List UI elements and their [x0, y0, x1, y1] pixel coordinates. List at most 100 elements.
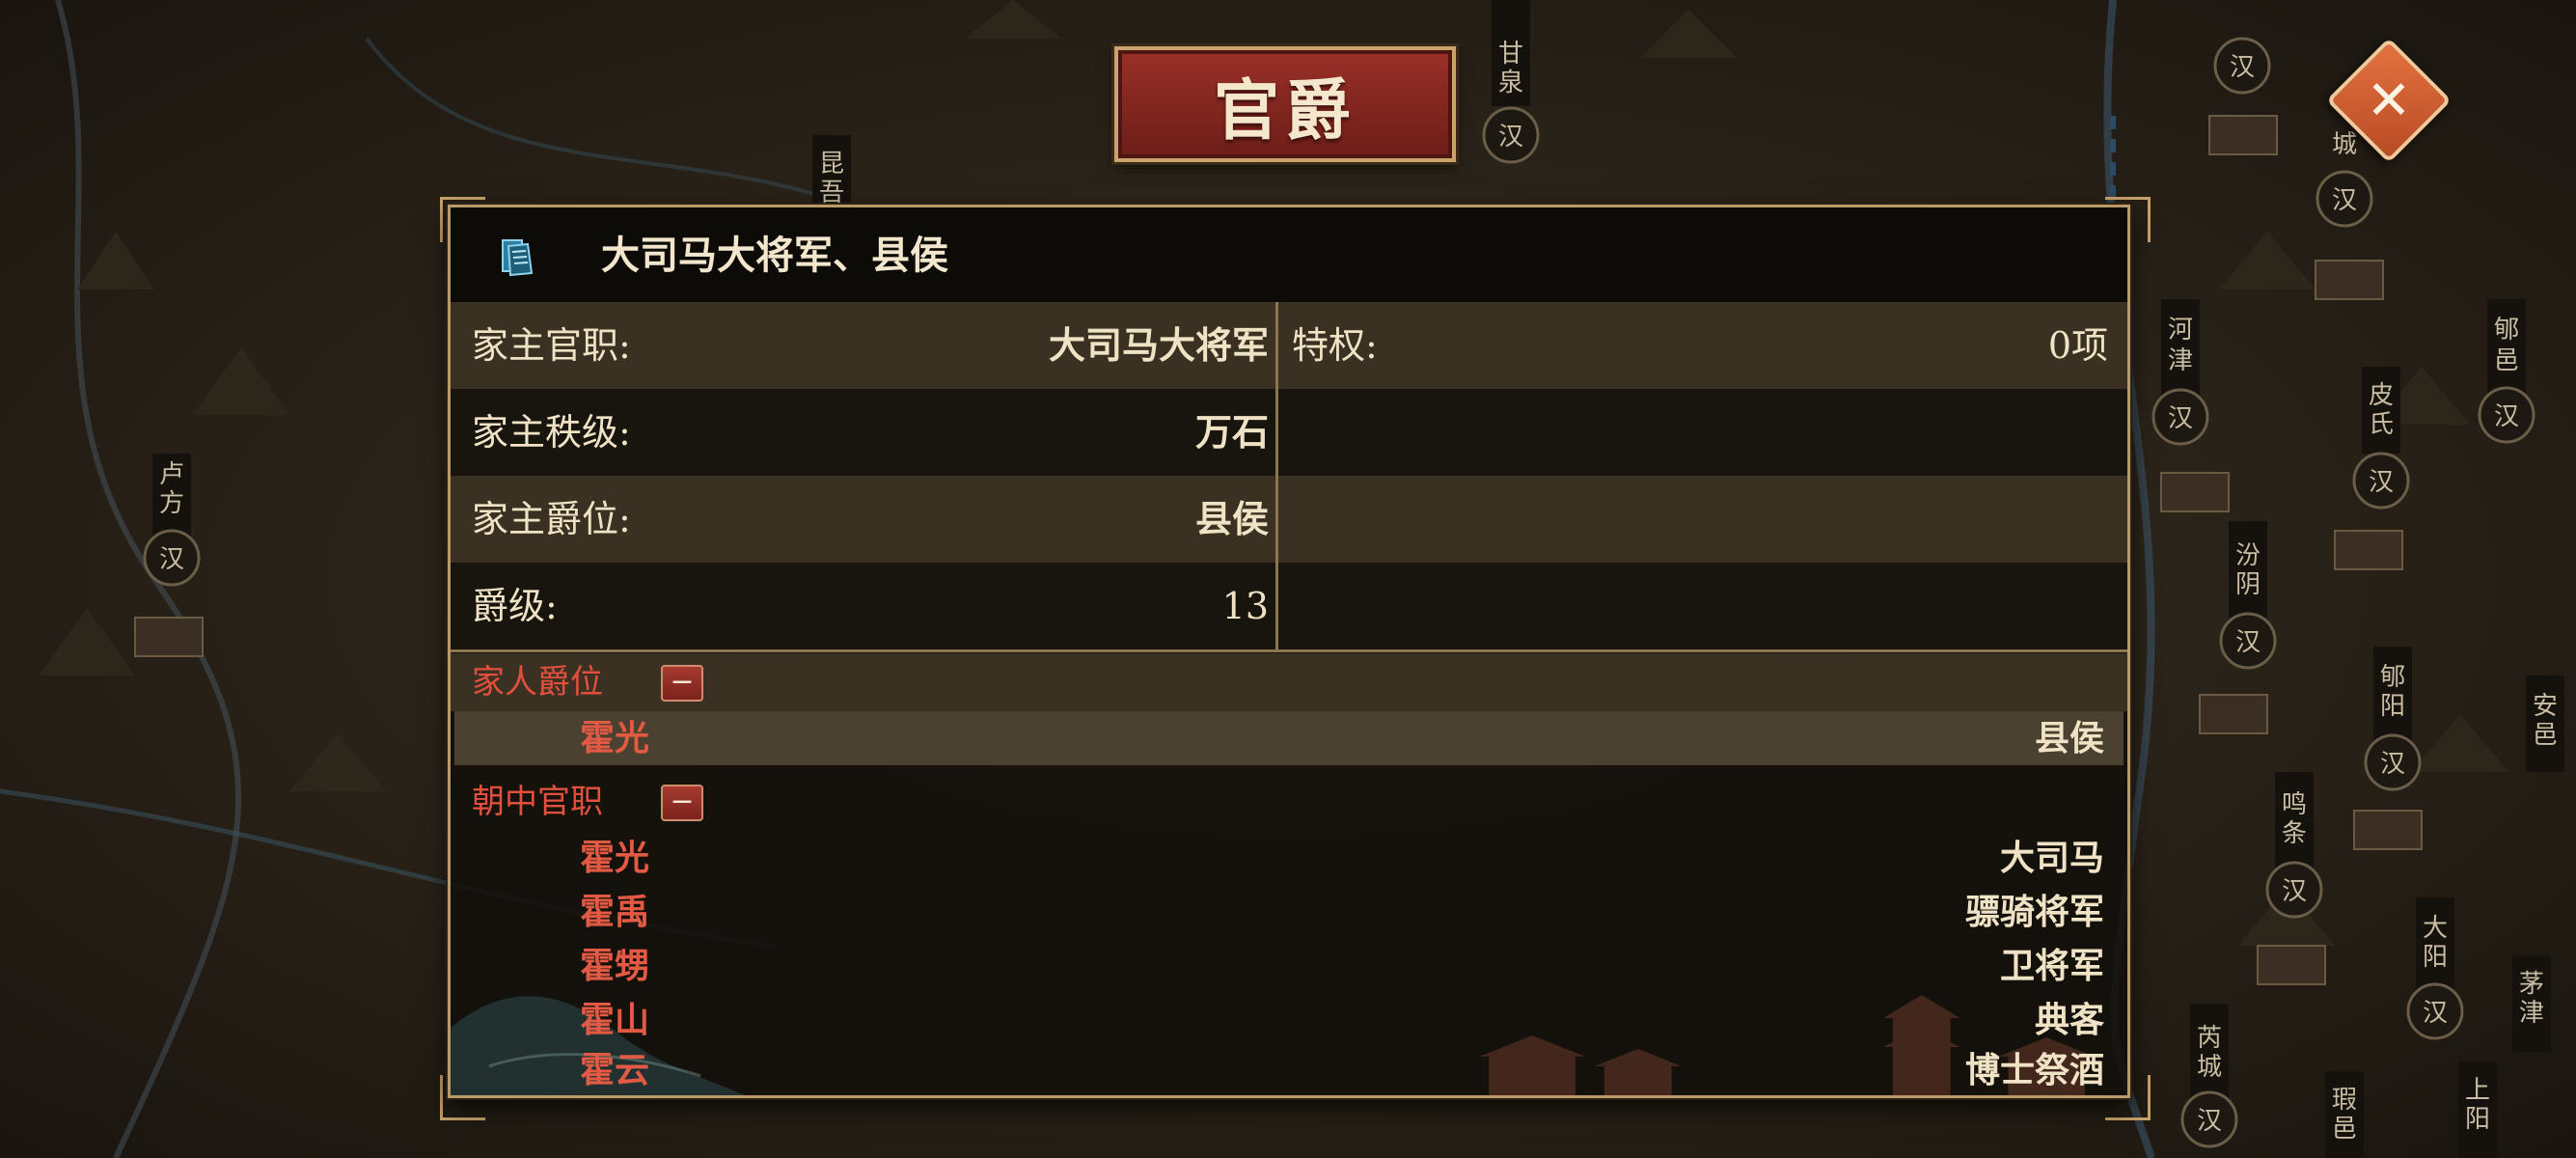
svg-text:氏: 氏	[2369, 410, 2394, 439]
svg-text:汉: 汉	[2380, 750, 2405, 779]
member-name: 霍甥	[580, 946, 650, 986]
svg-text:皮: 皮	[2369, 381, 2394, 410]
svg-text:阴: 阴	[2235, 570, 2261, 599]
close-icon: ✕	[2366, 69, 2412, 132]
svg-text:芮: 芮	[2197, 1024, 2222, 1053]
court-posts-collapse-button[interactable]: −	[661, 785, 703, 821]
header-title: 大司马大将军、县侯	[601, 233, 948, 278]
family-titles-label: 家人爵位	[472, 663, 603, 702]
svg-text:阳: 阳	[2423, 943, 2448, 972]
svg-text:大: 大	[2423, 914, 2448, 943]
member-post: 骠骑将军	[1964, 892, 2104, 932]
list-item: 霍光 大司马	[454, 831, 2124, 885]
family-titles-header[interactable]: 家人爵位 −	[451, 653, 2127, 711]
member-post: 大司马	[1999, 838, 2104, 878]
info-label: 家主秩级:	[472, 411, 631, 454]
map-marker[interactable]: 郇邑汉	[2478, 299, 2535, 444]
member-name: 霍山	[580, 1000, 650, 1040]
map-marker[interactable]: 芮城汉	[2180, 1004, 2238, 1148]
map-marker[interactable]: 上阳	[2458, 1062, 2497, 1158]
svg-text:泉: 泉	[1498, 69, 1523, 97]
member-title: 县侯	[2034, 718, 2104, 758]
panel-header: 大司马大将军、县侯	[451, 207, 2127, 304]
family-titles-collapse-button[interactable]: −	[661, 665, 703, 702]
svg-text:汉: 汉	[2494, 402, 2519, 431]
svg-text:郇: 郇	[2494, 316, 2519, 345]
map-marker[interactable]: 茅津	[2512, 955, 2551, 1052]
svg-text:阳: 阳	[2380, 692, 2405, 721]
info-row: 爵级: 13	[451, 563, 2127, 649]
map-marker[interactable]: 汾阴汉	[2219, 521, 2277, 670]
svg-text:甘: 甘	[1498, 40, 1523, 69]
svg-text:瑕: 瑕	[2332, 1086, 2357, 1115]
svg-text:汉: 汉	[2282, 877, 2307, 906]
svg-text:汉: 汉	[2423, 999, 2448, 1028]
svg-text:汉: 汉	[2235, 628, 2261, 657]
svg-text:吾: 吾	[819, 179, 844, 207]
map-marker[interactable]: 瑕邑	[2325, 1071, 2364, 1158]
svg-text:汉: 汉	[1498, 123, 1523, 152]
svg-text:汾: 汾	[2235, 541, 2261, 570]
section-divider	[451, 649, 2127, 652]
svg-text:上: 上	[2465, 1076, 2490, 1105]
info-row: 家主爵位: 县侯	[451, 476, 2127, 563]
info-label: 家主官职:	[472, 324, 631, 367]
svg-text:汉: 汉	[2230, 53, 2255, 82]
info-row: 家主秩级: 万石	[451, 389, 2127, 476]
map-marker[interactable]: 汉	[2213, 37, 2271, 95]
svg-text:条: 条	[2282, 819, 2307, 848]
info-row: 家主官职: 大司马大将军 特权: 0项	[451, 302, 2127, 389]
map-marker[interactable]: 甘泉汉	[1482, 0, 1540, 164]
svg-text:昆: 昆	[819, 150, 844, 179]
svg-text:茅: 茅	[2519, 970, 2544, 999]
list-item: 霍云 博士祭酒	[454, 1043, 2124, 1095]
svg-text:汉: 汉	[2197, 1107, 2222, 1136]
map-marker[interactable]: 卢方汉	[143, 454, 201, 587]
map-marker[interactable]: 河津汉	[2151, 299, 2209, 446]
svg-text:郇: 郇	[2380, 663, 2405, 692]
svg-text:津: 津	[2519, 999, 2544, 1028]
list-item: 霍甥 卫将军	[454, 939, 2124, 993]
svg-text:邑: 邑	[2533, 721, 2558, 750]
map-marker[interactable]: 皮氏汉	[2352, 367, 2410, 510]
list-item: 霍光 县侯	[454, 711, 2124, 765]
map-marker[interactable]: 安邑	[2526, 676, 2564, 772]
svg-text:邑: 邑	[2494, 346, 2519, 375]
svg-text:城: 城	[2197, 1053, 2222, 1082]
info-value: 大司马大将军	[1048, 323, 1269, 367]
member-name: 霍云	[580, 1050, 650, 1090]
info-label: 爵级:	[472, 585, 558, 627]
svg-text:鸣: 鸣	[2282, 790, 2307, 819]
svg-text:安: 安	[2533, 692, 2558, 721]
rank-panel: 大司马大将军、县侯 家主官职: 大司马大将军 特权: 0项 家主秩级: 万石 家…	[448, 205, 2130, 1098]
court-posts-header[interactable]: 朝中官职 −	[451, 773, 2127, 831]
member-post: 卫将军	[1999, 946, 2104, 986]
map-marker[interactable]: 大阳汉	[2406, 897, 2464, 1040]
member-post: 典客	[2034, 1000, 2104, 1040]
svg-text:阳: 阳	[2465, 1105, 2490, 1134]
svg-text:汉: 汉	[2369, 468, 2394, 497]
list-item: 霍山 典客	[454, 993, 2124, 1047]
list-item: 霍禹 骠骑将军	[454, 885, 2124, 939]
info-value: 万石	[1194, 410, 1269, 454]
member-post: 博士祭酒	[1964, 1050, 2104, 1090]
svg-text:河: 河	[2168, 316, 2193, 345]
svg-text:汉: 汉	[2332, 186, 2357, 215]
member-name: 霍光	[580, 718, 650, 758]
svg-text:汉: 汉	[2168, 404, 2193, 433]
map-marker[interactable]: 鸣条汉	[2265, 772, 2323, 919]
member-name: 霍光	[580, 838, 650, 878]
privilege-value: 0项	[2047, 324, 2108, 367]
info-value: 县侯	[1194, 497, 1269, 540]
map-marker[interactable]: 郇阳汉	[2364, 647, 2422, 791]
svg-text:卢: 卢	[159, 460, 184, 489]
info-label: 家主爵位:	[472, 498, 631, 540]
svg-text:邑: 邑	[2332, 1115, 2357, 1144]
svg-text:方: 方	[159, 489, 184, 518]
book-icon	[502, 239, 534, 277]
member-name: 霍禹	[580, 892, 650, 932]
svg-text:汉: 汉	[159, 545, 184, 574]
info-value: 13	[1221, 585, 1269, 627]
court-posts-label: 朝中官职	[472, 783, 603, 821]
privilege-label: 特权:	[1292, 324, 1378, 367]
